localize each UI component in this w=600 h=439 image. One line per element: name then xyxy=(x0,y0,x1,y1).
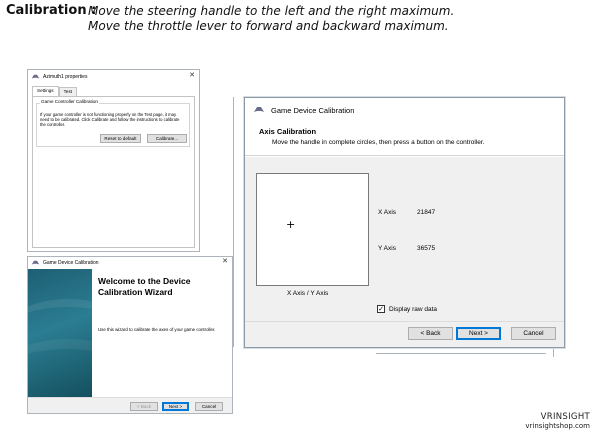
back-button[interactable]: < Back xyxy=(130,402,158,411)
next-button[interactable]: Next > xyxy=(456,327,501,340)
instruction-line-2: Move the throttle lever to forward and b… xyxy=(88,19,449,33)
back-button[interactable]: < Back xyxy=(408,327,453,340)
calibrate-button[interactable]: Calibrate... xyxy=(147,134,187,143)
properties-tabs: Settings Test xyxy=(32,86,78,96)
groupbox-description: If your game controller is not functioni… xyxy=(40,112,180,128)
cancel-button[interactable]: Cancel xyxy=(511,327,556,340)
properties-title: Azimuth1 properties xyxy=(43,74,88,80)
axis-caption: X Axis / Y Axis xyxy=(287,290,329,297)
y-axis-value: 36575 xyxy=(417,245,436,252)
checkmark-icon[interactable]: ✓ xyxy=(377,305,385,313)
background-window-edge xyxy=(233,97,234,347)
section-title: Axis Calibration xyxy=(259,127,317,136)
controller-icon xyxy=(254,107,264,112)
wizard-side-panel xyxy=(28,269,92,397)
properties-titlebar[interactable]: Azimuth1 properties ✕ xyxy=(28,70,199,84)
wizard-window: Game Device Calibration ✕ Welcome to the… xyxy=(27,256,233,414)
background-window-edge xyxy=(376,353,546,354)
next-button[interactable]: Next > xyxy=(162,402,189,411)
wizard-description: Use this wizard to calibrate the axes of… xyxy=(98,327,216,332)
cancel-button[interactable]: Cancel xyxy=(195,402,223,411)
instruction-line-1: Move the steering handle to the left and… xyxy=(88,4,455,18)
groupbox-title: Game Controller Calibration xyxy=(40,99,99,104)
crosshair-icon: + xyxy=(286,218,296,231)
calibration-window: Game Device Calibration Axis Calibration… xyxy=(244,97,565,348)
tab-settings[interactable]: Settings xyxy=(32,86,59,96)
x-axis-value: 21847 xyxy=(417,209,436,216)
display-raw-data-label: Display raw data xyxy=(389,305,438,313)
y-axis-label: Y Axis xyxy=(378,245,396,252)
reset-to-default-button[interactable]: Reset to default xyxy=(100,134,141,143)
display-raw-data-checkbox[interactable]: ✓ Display raw data xyxy=(377,305,437,313)
close-icon[interactable]: ✕ xyxy=(222,257,228,265)
xy-axis-display: + xyxy=(256,173,369,286)
brand-block: VRINSIGHT vrinsightshop.com xyxy=(525,412,590,430)
calibration-title: Game Device Calibration xyxy=(271,105,355,115)
brand-url[interactable]: vrinsightshop.com xyxy=(525,422,590,430)
close-icon[interactable]: ✕ xyxy=(189,71,195,79)
tab-test[interactable]: Test xyxy=(58,87,78,96)
section-instruction: Move the handle in complete circles, the… xyxy=(272,139,485,146)
properties-window: Azimuth1 properties ✕ Settings Test Game… xyxy=(27,69,200,252)
calibration-label: Calibration : xyxy=(6,3,97,18)
wizard-heading: Welcome to the Device Calibration Wizard xyxy=(98,276,191,297)
wizard-titlebar[interactable]: Game Device Calibration ✕ xyxy=(28,257,232,269)
controller-icon xyxy=(31,260,40,265)
controller-icon xyxy=(31,74,40,79)
x-axis-label: X Axis xyxy=(378,209,397,216)
wizard-title: Game Device Calibration xyxy=(43,260,99,266)
calibration-titlebar[interactable]: Game Device Calibration xyxy=(245,98,564,122)
brand-name: VRINSIGHT xyxy=(540,412,590,422)
calibration-body: + X Axis / Y Axis X Axis 21847 Y Axis 36… xyxy=(245,157,564,321)
calibration-header: Axis Calibration Move the handle in comp… xyxy=(245,122,564,156)
